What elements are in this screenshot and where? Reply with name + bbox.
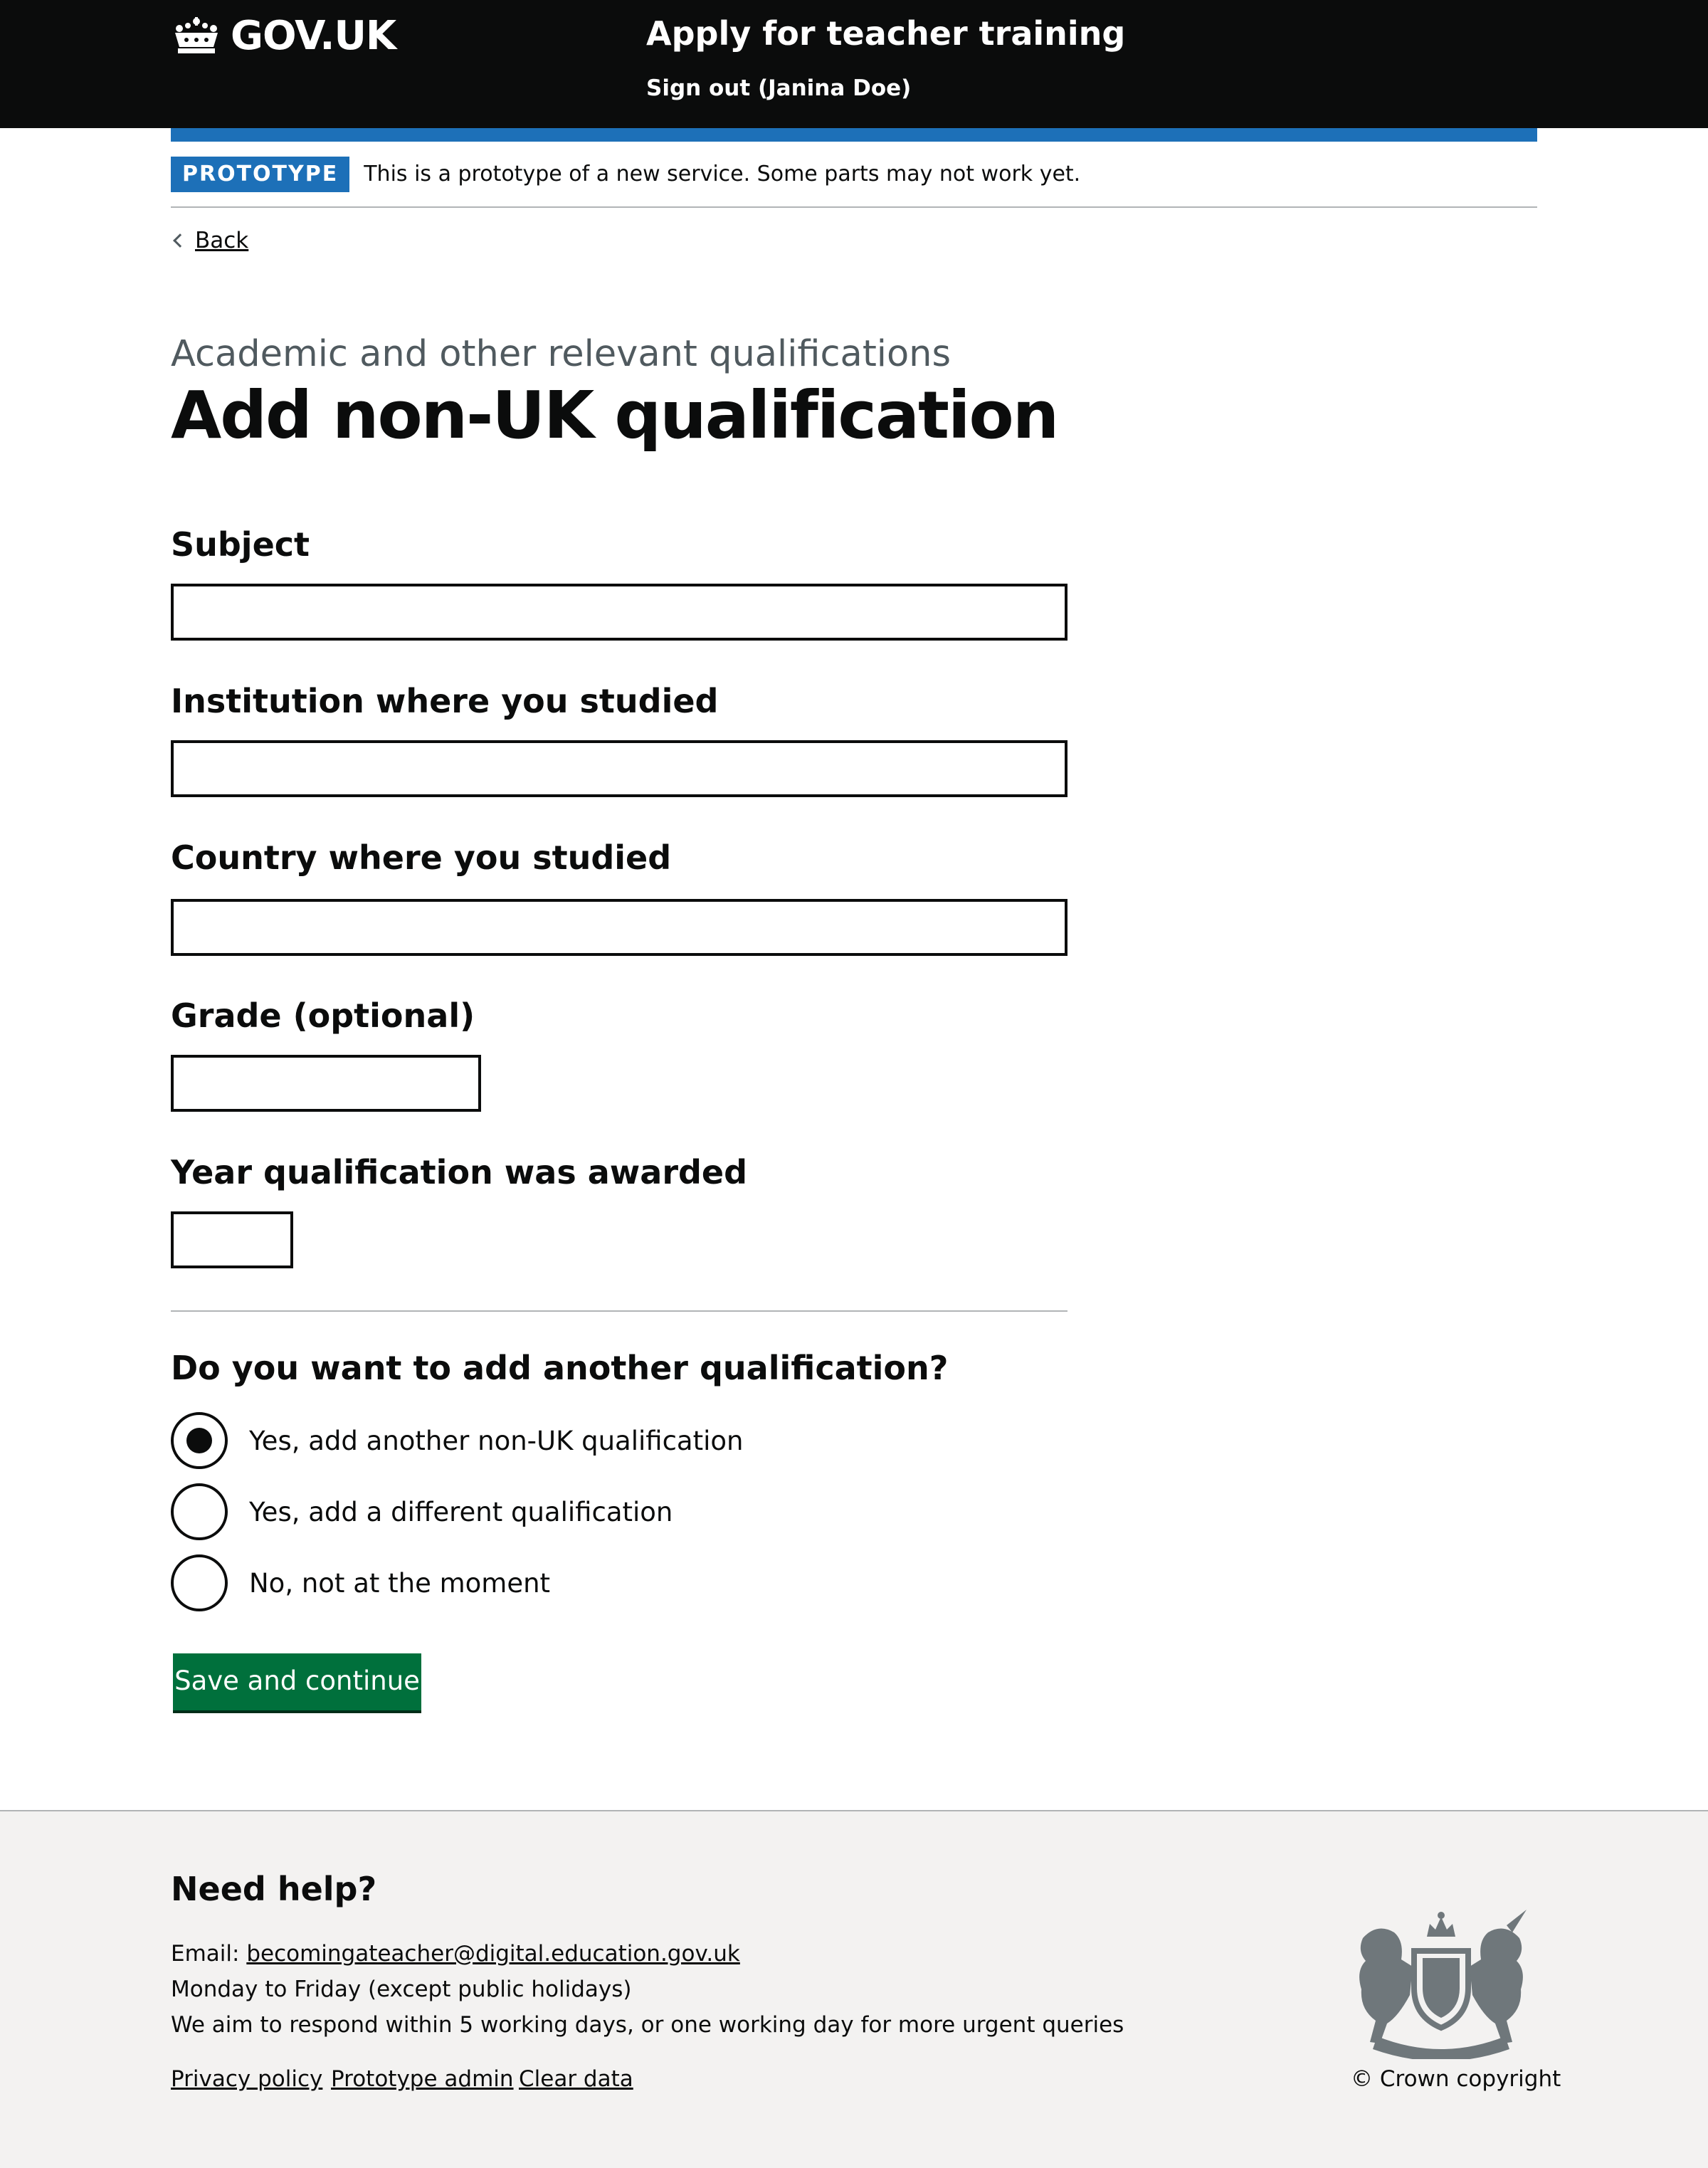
help-hours: Monday to Friday (except public holidays…	[171, 1977, 632, 2002]
radio-button[interactable]	[171, 1483, 228, 1540]
site-header: GOV.UK Apply for teacher training Sign o…	[0, 0, 1708, 128]
privacy-policy-link[interactable]: Privacy policy	[171, 2066, 322, 2092]
royal-coat-of-arms-icon	[1359, 1910, 1527, 2059]
radio-label[interactable]: No, not at the moment	[249, 1568, 550, 1599]
radio-add-different[interactable]: Yes, add a different qualification	[171, 1483, 673, 1540]
phase-banner-text: This is a prototype of a new service. So…	[364, 162, 1081, 186]
crown-icon	[175, 17, 218, 53]
govuk-logo-text: GOV.UK	[231, 12, 396, 59]
email-link[interactable]: becomingateacher@digital.education.gov.u…	[246, 1941, 740, 1967]
help-response-time: We aim to respond within 5 working days,…	[171, 2012, 1124, 2038]
radio-label[interactable]: Yes, add a different qualification	[249, 1497, 673, 1527]
back-link[interactable]: Back	[171, 228, 248, 253]
sign-out-link[interactable]: Sign out (Janina Doe)	[646, 75, 911, 101]
institution-input[interactable]	[171, 740, 1068, 797]
page-title: Add non-UK qualification	[171, 377, 1059, 453]
service-name-link[interactable]: Apply for teacher training	[646, 14, 1125, 53]
site-footer: Need help? Email: becomingateacher@digit…	[0, 1810, 1708, 2168]
chevron-left-icon	[173, 233, 187, 248]
back-link-label: Back	[195, 228, 249, 253]
radio-button-selected[interactable]	[171, 1412, 228, 1469]
help-heading: Need help?	[171, 1870, 377, 1908]
section-divider	[171, 1310, 1068, 1312]
page-caption: Academic and other relevant qualificatio…	[171, 333, 951, 375]
crown-copyright: © Crown copyright	[1351, 2066, 1561, 2092]
help-email-line: Email: becomingateacher@digital.educatio…	[171, 1941, 740, 1967]
year-awarded-input[interactable]	[171, 1211, 293, 1268]
add-another-question: Do you want to add another qualification…	[171, 1349, 949, 1387]
radio-add-another-non-uk[interactable]: Yes, add another non-UK qualification	[171, 1412, 743, 1469]
country-label: Country where you studied	[171, 838, 672, 877]
save-and-continue-button[interactable]: Save and continue	[173, 1653, 421, 1710]
email-prefix: Email:	[171, 1941, 247, 1967]
phase-tag: PROTOTYPE	[171, 157, 350, 192]
institution-label: Institution where you studied	[171, 682, 719, 720]
year-awarded-label: Year qualification was awarded	[171, 1153, 748, 1191]
subject-input[interactable]	[171, 584, 1068, 641]
radio-button[interactable]	[171, 1554, 228, 1611]
govuk-logo-link[interactable]: GOV.UK	[171, 12, 396, 59]
header-blue-bar	[171, 128, 1537, 142]
prototype-admin-link[interactable]: Prototype admin	[331, 2066, 514, 2092]
grade-label: Grade (optional)	[171, 996, 475, 1035]
radio-not-at-moment[interactable]: No, not at the moment	[171, 1554, 550, 1611]
radio-label[interactable]: Yes, add another non-UK qualification	[249, 1426, 743, 1456]
phase-banner: PROTOTYPE This is a prototype of a new s…	[171, 157, 1537, 208]
subject-label: Subject	[171, 525, 310, 564]
country-input[interactable]	[171, 899, 1068, 956]
grade-input[interactable]	[171, 1055, 481, 1112]
clear-data-link[interactable]: Clear data	[519, 2066, 633, 2092]
